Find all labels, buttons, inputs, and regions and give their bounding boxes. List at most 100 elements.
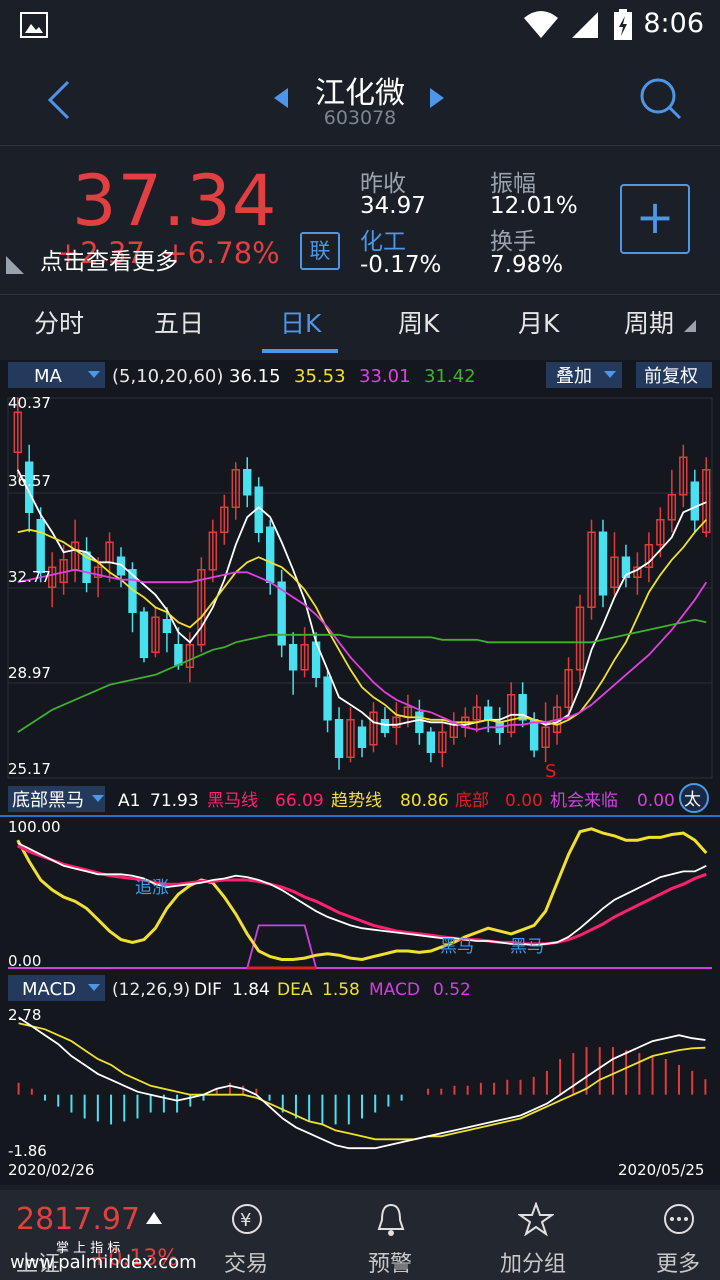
stock-header: 江化微 603078 xyxy=(0,50,720,145)
price-axis-top: 40.37 xyxy=(8,394,51,412)
candle-body xyxy=(174,644,183,666)
dea-label: DEA xyxy=(277,980,313,1000)
dea-value: 1.58 xyxy=(322,980,360,1000)
signal-icon xyxy=(572,12,598,38)
svg-text:¥: ¥ xyxy=(240,1210,251,1231)
related-button[interactable]: 联 xyxy=(300,232,340,270)
nav-trade[interactable]: ¥ 交易 xyxy=(200,1190,295,1280)
dif-line xyxy=(18,1016,706,1150)
candle-body xyxy=(380,719,390,733)
date-end: 2020/05/25 xyxy=(618,1161,704,1179)
image-notification-icon xyxy=(20,12,48,38)
period-tabs: 分时 五日 日K 周K 月K 周期 xyxy=(0,296,720,354)
dea-line xyxy=(18,1022,706,1141)
indicator-switch-label: 太 xyxy=(684,790,701,810)
macd-panel xyxy=(17,1016,707,1150)
candle-body xyxy=(243,469,252,496)
candle-body xyxy=(334,719,344,758)
ind1-axis-bottom: 0.00 xyxy=(8,952,41,970)
a1-line xyxy=(17,842,707,947)
heima-mark-1: 黑马 xyxy=(440,937,474,957)
tab-intraday[interactable]: 分时 xyxy=(34,304,84,340)
nav-add-group[interactable]: 加分组 xyxy=(488,1190,583,1280)
view-more-hint[interactable]: 点击查看更多 xyxy=(40,242,178,276)
quote-panel[interactable]: 37.34 +2.37 +6.78% 点击查看更多 联 昨收 34.97 化工 … xyxy=(0,146,720,294)
turnover-label: 换手 xyxy=(490,229,536,255)
candle-body xyxy=(288,644,298,671)
tab-daily-k[interactable]: 日K xyxy=(280,304,321,340)
prev-close-value: 34.97 xyxy=(360,193,426,219)
trade-icon: ¥ xyxy=(232,1204,262,1234)
candle-body xyxy=(266,526,275,583)
nav-more[interactable]: 更多 xyxy=(632,1190,720,1280)
quote-divider xyxy=(0,294,720,295)
ma10-value: 35.53 xyxy=(294,366,346,387)
next-stock-icon[interactable] xyxy=(428,88,444,108)
macd-params: (12,26,9) xyxy=(112,980,190,1000)
nav-alert-label: 预警 xyxy=(368,1252,413,1277)
macd-value: 0.52 xyxy=(433,980,471,1000)
macd-axis-bottom: -1.86 xyxy=(8,1142,47,1160)
search-icon[interactable] xyxy=(638,76,682,120)
nav-add-group-label: 加分组 xyxy=(500,1252,567,1277)
last-price: 37.34 xyxy=(72,160,278,242)
a1-label: A1 xyxy=(118,791,140,811)
bottom-label: 底部 xyxy=(455,791,489,811)
nav-trade-label: 交易 xyxy=(224,1252,269,1277)
tab-monthly-k[interactable]: 月K xyxy=(518,304,559,340)
add-watchlist-button[interactable]: + xyxy=(620,184,690,254)
wifi-icon xyxy=(524,11,558,38)
nav-more-label: 更多 xyxy=(656,1252,701,1277)
macd-axis-top: 2.78 xyxy=(8,1006,41,1024)
kline-chart-area[interactable]: MA (5,10,20,60) 36.15 35.53 33.01 31.42 … xyxy=(0,360,720,1185)
index-up-icon xyxy=(146,1212,162,1224)
status-bar: 8:06 xyxy=(0,0,720,50)
candle-body xyxy=(484,706,493,721)
dif-value: 1.84 xyxy=(232,980,270,1000)
ma-params: (5,10,20,60) xyxy=(112,366,223,387)
ma-selector-label: MA xyxy=(34,366,63,387)
sell-signal-mark: S xyxy=(545,761,556,782)
more-icon xyxy=(664,1204,694,1234)
ind1-axis-top: 100.00 xyxy=(8,818,61,836)
ma60-value: 31.42 xyxy=(424,366,476,387)
candle-body xyxy=(323,676,332,721)
chance-value: 0.00 xyxy=(637,791,675,811)
kline-chart[interactable]: MA (5,10,20,60) 36.15 35.53 33.01 31.42 … xyxy=(0,360,720,1185)
ma60-line xyxy=(17,618,707,734)
nav-alert[interactable]: 预警 xyxy=(344,1190,439,1280)
candle-body xyxy=(415,711,424,733)
tab-five-day[interactable]: 五日 xyxy=(154,304,204,340)
stock-name: 江化微 xyxy=(315,76,405,111)
price-axis-4: 28.97 xyxy=(8,664,51,682)
date-start: 2020/02/26 xyxy=(8,1161,94,1179)
period-dropdown-icon xyxy=(684,320,696,332)
price-axis-2: 36.57 xyxy=(8,472,51,490)
candle-body xyxy=(162,619,172,633)
indicator1-name: 底部黑马 xyxy=(12,790,84,811)
sector-link[interactable]: 化工 xyxy=(360,222,406,256)
star-icon xyxy=(518,1202,554,1236)
corner-arrow-icon xyxy=(6,256,24,274)
tab-weekly-k[interactable]: 周K xyxy=(398,304,439,340)
trend-label: 趋势线 xyxy=(331,791,382,811)
heima-mark-2: 黑马 xyxy=(510,937,544,957)
amplitude-value: 12.01% xyxy=(490,193,578,219)
trend-value: 80.86 xyxy=(400,791,449,811)
candle-body xyxy=(36,519,45,573)
bell-icon xyxy=(377,1203,405,1236)
tab-period[interactable]: 周期 xyxy=(624,304,674,340)
candle-body xyxy=(426,731,436,753)
sector-change: -0.17% xyxy=(360,252,442,278)
candle-body xyxy=(598,531,608,596)
bottom-value: 0.00 xyxy=(505,791,543,811)
macd-selector-label: MACD xyxy=(22,979,76,1000)
heima-line xyxy=(17,844,707,946)
candle-body xyxy=(690,481,699,521)
overlay-label: 叠加 xyxy=(556,366,592,387)
chance-label: 机会来临 xyxy=(550,791,618,811)
chase-mark: 追涨 xyxy=(135,878,169,898)
dif-label: DIF xyxy=(194,980,222,1000)
price-axis-3: 32.77 xyxy=(8,568,51,586)
ma20-value: 33.01 xyxy=(359,366,411,387)
